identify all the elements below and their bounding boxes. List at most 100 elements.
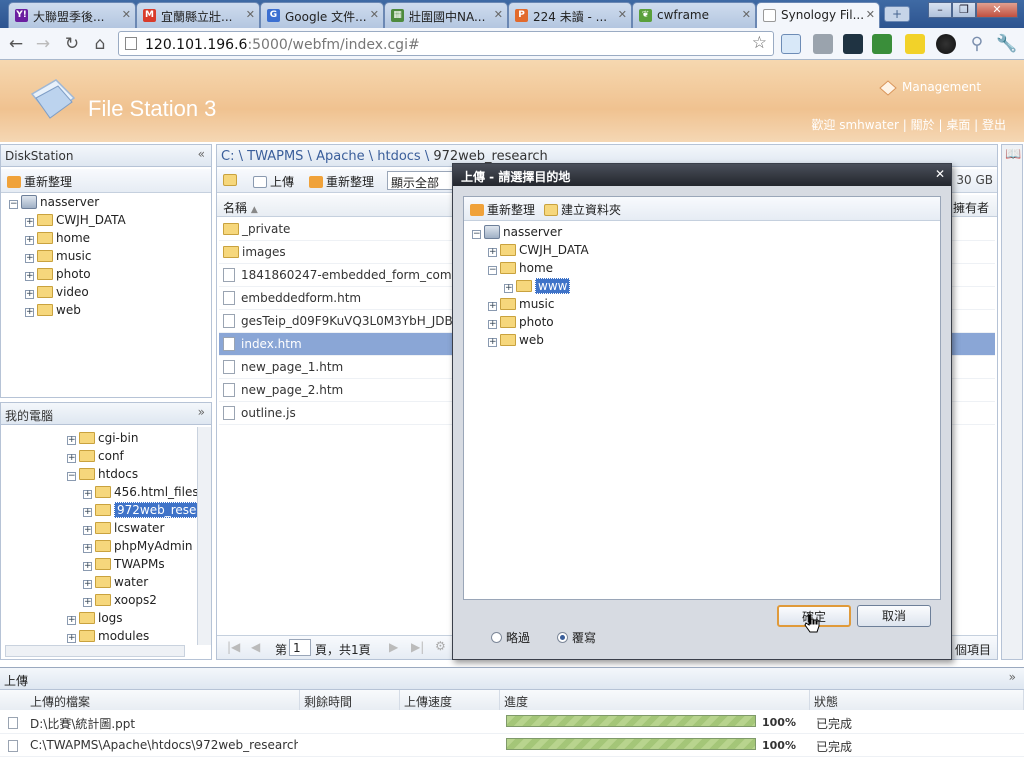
browser-tab[interactable]: Y! 大聯盟季後... ✕ bbox=[8, 2, 136, 28]
close-tab-icon[interactable]: ✕ bbox=[618, 8, 627, 21]
tree-node[interactable]: + photo bbox=[488, 315, 554, 333]
wrench-icon[interactable]: 🔧 bbox=[996, 33, 1018, 55]
refresh-label: 重新整理 bbox=[24, 175, 73, 189]
ie-tab-extension-icon[interactable] bbox=[781, 34, 801, 54]
browser-tab[interactable]: ❦ cwframe ✕ bbox=[632, 2, 756, 28]
col-progress-header[interactable]: 進度 bbox=[500, 690, 810, 710]
prev-page-icon[interactable]: ◀ bbox=[251, 640, 260, 654]
tree-node[interactable]: − home bbox=[488, 261, 553, 279]
book-icon[interactable]: 📖 bbox=[1005, 147, 1021, 162]
expand-icon[interactable]: » bbox=[198, 405, 205, 419]
minimize-button[interactable]: – bbox=[928, 2, 952, 18]
upload-row[interactable]: C:\TWAPMS\Apache\htdocs\972web_research\… bbox=[0, 734, 1024, 757]
close-tab-icon[interactable]: ✕ bbox=[494, 8, 503, 21]
skip-radio[interactable] bbox=[491, 632, 502, 643]
tree-node[interactable]: + video bbox=[25, 285, 89, 303]
new-tab-button[interactable]: + bbox=[884, 6, 910, 22]
maximize-button[interactable]: ❐ bbox=[952, 2, 976, 18]
browser-tab[interactable]: G Google 文件... ✕ bbox=[260, 2, 384, 28]
search-icon[interactable]: ⚲ bbox=[966, 33, 988, 55]
tree-node[interactable]: +456.html_files bbox=[83, 485, 199, 503]
column-name-header[interactable]: 名稱 ▲ bbox=[223, 199, 258, 216]
col-time-header[interactable]: 剩餘時間 bbox=[300, 690, 400, 710]
col-file-header[interactable]: 上傳的檔案 bbox=[0, 690, 300, 710]
close-tab-icon[interactable]: ✕ bbox=[246, 8, 255, 21]
horizontal-scrollbar[interactable] bbox=[5, 645, 185, 657]
window-close-button[interactable]: ✕ bbox=[976, 2, 1018, 18]
management-link[interactable]: Management bbox=[879, 80, 981, 96]
tree-node[interactable]: + conf bbox=[67, 449, 124, 467]
back-arrow-icon[interactable]: ← bbox=[5, 33, 27, 55]
notes-extension-icon[interactable] bbox=[905, 34, 925, 54]
close-tab-icon[interactable]: ✕ bbox=[742, 8, 751, 21]
overwrite-option[interactable]: 覆寫 bbox=[557, 629, 596, 646]
home-icon[interactable]: ⌂ bbox=[89, 33, 111, 55]
reload-grid-icon[interactable]: ⚙ bbox=[435, 639, 446, 653]
refresh-button[interactable]: 重新整理 bbox=[7, 173, 72, 190]
tree-node[interactable]: + music bbox=[488, 297, 554, 315]
new-folder-button[interactable]: 建立資料夾 bbox=[544, 201, 621, 218]
filter-select[interactable]: 顯示全部 bbox=[387, 171, 457, 190]
col-speed-header[interactable]: 上傳速度 bbox=[400, 690, 500, 710]
page-number-input[interactable]: 1 bbox=[289, 639, 311, 656]
overwrite-radio[interactable] bbox=[557, 632, 568, 643]
filter-value: 顯示全部 bbox=[391, 176, 440, 190]
upload-row[interactable]: D:\比賽\統計圖.ppt 100% 已完成 bbox=[0, 711, 1024, 734]
close-tab-icon[interactable]: ✕ bbox=[370, 8, 379, 21]
upload-button[interactable]: 上傳 bbox=[253, 173, 294, 190]
tree-node[interactable]: + web bbox=[488, 333, 544, 351]
tree-node-selected[interactable]: +972web_resea bbox=[83, 502, 207, 521]
address-bar[interactable]: 120.101.196.6:5000/webfm/index.cgi# ☆ bbox=[118, 31, 774, 56]
browser-tab-active[interactable]: Synology Fil... ✕ bbox=[756, 2, 880, 28]
breadcrumb-item[interactable]: Apache bbox=[316, 149, 365, 164]
tree-node-root[interactable]: − nasserver bbox=[9, 195, 99, 213]
extension-icon[interactable] bbox=[936, 34, 956, 54]
extension-icon[interactable] bbox=[843, 34, 863, 54]
close-tab-icon[interactable]: ✕ bbox=[122, 8, 131, 21]
tree-node[interactable]: + web bbox=[25, 303, 81, 321]
col-status-header[interactable]: 狀態 bbox=[810, 690, 1024, 710]
tree-node[interactable]: + TWAPMs bbox=[83, 557, 165, 575]
dialog-refresh-button[interactable]: 重新整理 bbox=[470, 201, 535, 218]
tree-node[interactable]: + phpMyAdmin bbox=[83, 539, 193, 557]
browser-tab[interactable]: P 224 未讀 - ... ✕ bbox=[508, 2, 632, 28]
tree-node[interactable]: + home bbox=[25, 231, 90, 249]
tree-node[interactable]: + photo bbox=[25, 267, 91, 285]
vertical-scrollbar[interactable] bbox=[197, 427, 211, 645]
tree-node[interactable]: − htdocs bbox=[67, 467, 138, 485]
extension-icon[interactable] bbox=[813, 34, 833, 54]
tree-node-selected[interactable]: + www bbox=[504, 278, 571, 297]
first-page-icon[interactable]: |◀ bbox=[227, 640, 240, 654]
tree-node[interactable]: + cgi-bin bbox=[67, 431, 138, 449]
forward-arrow-icon[interactable]: → bbox=[32, 33, 54, 55]
tree-node-root[interactable]: − nasserver bbox=[472, 225, 562, 243]
breadcrumb-item[interactable]: TWAPMS bbox=[247, 149, 303, 164]
last-page-icon[interactable]: ▶| bbox=[411, 640, 424, 654]
browser-tab[interactable]: M 宜蘭縣立壯... ✕ bbox=[136, 2, 260, 28]
bookmark-star-icon[interactable]: ☆ bbox=[752, 33, 767, 53]
tree-node[interactable]: + water bbox=[83, 575, 148, 593]
up-folder-button[interactable] bbox=[223, 173, 240, 187]
tree-node[interactable]: + lcswater bbox=[83, 521, 164, 539]
collapse-chevron-icon[interactable]: » bbox=[1009, 670, 1016, 684]
refresh-button[interactable]: 重新整理 bbox=[309, 173, 374, 190]
new-folder-label: 建立資料夾 bbox=[561, 203, 622, 217]
user-links[interactable]: 歡迎 smhwater | 關於 | 桌面 | 登出 bbox=[811, 116, 1006, 133]
breadcrumb-item[interactable]: htdocs bbox=[377, 149, 420, 164]
close-tab-icon[interactable]: ✕ bbox=[866, 8, 875, 21]
extension-icon[interactable] bbox=[872, 34, 892, 54]
cancel-button[interactable]: 取消 bbox=[857, 605, 931, 627]
collapse-icon[interactable]: « bbox=[198, 147, 205, 161]
column-owner-header[interactable]: 擁有者 bbox=[953, 199, 989, 216]
next-page-icon[interactable]: ▶ bbox=[389, 640, 398, 654]
tree-node[interactable]: + logs bbox=[67, 611, 123, 629]
tree-node[interactable]: + xoops2 bbox=[83, 593, 157, 611]
breadcrumb-item[interactable]: C: bbox=[221, 149, 234, 164]
browser-tab[interactable]: ▦ 壯圍國中NA... ✕ bbox=[384, 2, 508, 28]
skip-option[interactable]: 略過 bbox=[491, 629, 530, 646]
tree-node[interactable]: + CWJH_DATA bbox=[25, 213, 126, 231]
reload-icon[interactable]: ↻ bbox=[61, 33, 83, 55]
tree-node[interactable]: + music bbox=[25, 249, 91, 267]
tree-node[interactable]: + CWJH_DATA bbox=[488, 243, 589, 261]
dialog-close-icon[interactable]: ✕ bbox=[935, 167, 945, 181]
